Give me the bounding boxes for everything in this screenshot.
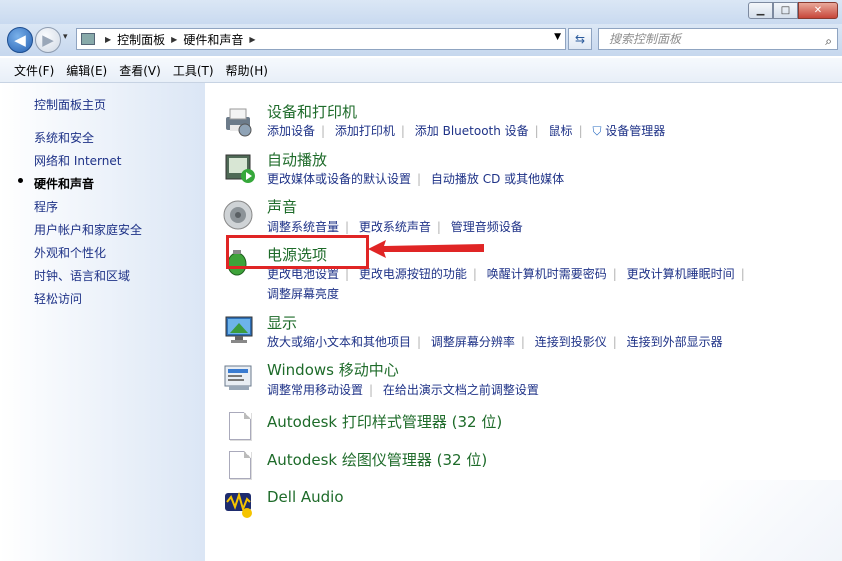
sidebar-item-user-accounts[interactable]: 用户帐户和家庭安全: [34, 221, 142, 238]
maximize-button[interactable]: □: [773, 2, 798, 19]
link-change-battery-settings[interactable]: 更改电池设置: [267, 267, 339, 281]
printer-icon: [226, 108, 252, 137]
category-title[interactable]: 显示: [267, 314, 297, 332]
link-require-password-on-wake[interactable]: 唤醒计算机时需要密码: [487, 267, 607, 281]
refresh-button[interactable]: ⇆: [568, 28, 592, 50]
link-autoplay-cd[interactable]: 自动播放 CD 或其他媒体: [431, 172, 564, 186]
menu-file[interactable]: 文件(F): [14, 62, 54, 79]
menu-edit[interactable]: 编辑(E): [66, 62, 107, 79]
category-mobility-center[interactable]: Windows 移动中心: [267, 359, 399, 380]
category-links: 调整系统音量 | 更改系统声音 | 管理音频设备: [267, 220, 523, 234]
category-links: 放大或缩小文本和其他项目 | 调整屏幕分辨率 | 连接到投影仪 | 连接到外部显示器: [267, 335, 723, 349]
category-display[interactable]: 显示: [267, 312, 297, 333]
category-devices-printers[interactable]: 设备和打印机: [267, 101, 357, 122]
mobility-center-icon: [224, 365, 252, 390]
shield-icon: ⛉: [592, 124, 602, 138]
forward-arrow-icon: ▶: [42, 31, 54, 49]
link-device-manager[interactable]: 设备管理器: [605, 124, 665, 138]
link-connect-projector[interactable]: 连接到投影仪: [535, 335, 607, 349]
category-title[interactable]: Autodesk 绘图仪管理器 (32 位): [267, 451, 487, 469]
menu-tools[interactable]: 工具(T): [173, 62, 214, 79]
recent-pages-dropdown[interactable]: ▾: [63, 32, 68, 42]
dell-audio-icon: [225, 491, 252, 518]
sidebar-item-system-security[interactable]: 系统和安全: [34, 129, 94, 146]
category-title[interactable]: 设备和打印机: [267, 103, 357, 121]
link-manage-audio-devices[interactable]: 管理音频设备: [451, 220, 523, 234]
close-icon: ✕: [813, 5, 823, 16]
category-autodesk-plotter-manager[interactable]: Autodesk 绘图仪管理器 (32 位): [267, 449, 487, 470]
document-icon: [229, 412, 251, 440]
maximize-icon: □: [780, 5, 791, 16]
category-title[interactable]: Dell Audio: [267, 488, 344, 506]
watermark-overlay: [700, 480, 842, 561]
breadcrumb-separator-icon[interactable]: ▶: [249, 35, 255, 44]
link-mouse[interactable]: 鼠标: [549, 124, 573, 138]
link-adjust-screen-brightness[interactable]: 调整屏幕亮度: [267, 287, 339, 301]
address-dropdown-icon[interactable]: ▼: [554, 32, 561, 42]
sidebar-item-network[interactable]: 网络和 Internet: [34, 152, 121, 169]
search-placeholder: 搜索控制面板: [609, 32, 682, 46]
link-make-text-larger-smaller[interactable]: 放大或缩小文本和其他项目: [267, 335, 411, 349]
category-dell-audio[interactable]: Dell Audio: [267, 487, 344, 506]
menu-help[interactable]: 帮助(H): [226, 62, 268, 79]
speaker-icon: [223, 200, 253, 230]
current-item-bullet-icon: [18, 178, 23, 183]
category-title[interactable]: 声音: [267, 198, 297, 216]
control-panel-icon: [81, 33, 95, 45]
link-adjust-volume[interactable]: 调整系统音量: [267, 220, 339, 234]
sidebar-item-ease-of-access[interactable]: 轻松访问: [34, 290, 82, 307]
sidebar-home-link[interactable]: 控制面板主页: [34, 96, 106, 113]
category-title[interactable]: Windows 移动中心: [267, 361, 399, 379]
category-autoplay[interactable]: 自动播放: [267, 149, 327, 170]
category-sound[interactable]: 声音: [267, 196, 297, 217]
link-power-button-function[interactable]: 更改电源按钮的功能: [359, 267, 467, 281]
breadcrumb-hardware-sound[interactable]: 硬件和声音: [183, 31, 243, 48]
menu-bar: 文件(F) 编辑(E) 查看(V) 工具(T) 帮助(H): [0, 58, 842, 83]
address-bar[interactable]: ▶ 控制面板 ▶ 硬件和声音 ▶ ▼: [76, 28, 566, 50]
sidebar-item-appearance[interactable]: 外观和个性化: [34, 244, 106, 261]
search-input[interactable]: 搜索控制面板 ⌕: [598, 28, 838, 50]
display-icon: [225, 316, 253, 343]
link-change-media-defaults[interactable]: 更改媒体或设备的默认设置: [267, 172, 411, 186]
sidebar-item-clock-language[interactable]: 时钟、语言和区域: [34, 267, 130, 284]
link-adjust-resolution[interactable]: 调整屏幕分辨率: [431, 335, 515, 349]
link-adjust-mobility-settings[interactable]: 调整常用移动设置: [267, 383, 363, 397]
category-links: 调整屏幕亮度: [267, 285, 339, 302]
title-bar: ▁ □ ✕: [0, 0, 842, 24]
forward-button[interactable]: ▶: [35, 27, 61, 53]
search-icon[interactable]: ⌕: [825, 31, 832, 51]
close-button[interactable]: ✕: [798, 2, 838, 19]
window-controls: ▁ □ ✕: [748, 2, 838, 19]
refresh-icon: ⇆: [574, 32, 586, 46]
category-title[interactable]: 自动播放: [267, 151, 327, 169]
link-add-bluetooth-device[interactable]: 添加 Bluetooth 设备: [415, 124, 529, 138]
menu-view[interactable]: 查看(V): [119, 62, 161, 79]
breadcrumb-separator-icon[interactable]: ▶: [105, 35, 111, 44]
annotation-arrow-icon: [368, 240, 484, 258]
link-add-printer[interactable]: 添加打印机: [335, 124, 395, 138]
link-change-system-sounds[interactable]: 更改系统声音: [359, 220, 431, 234]
category-title[interactable]: Autodesk 打印样式管理器 (32 位): [267, 413, 502, 431]
document-icon: [229, 451, 251, 479]
link-connect-external-display[interactable]: 连接到外部显示器: [627, 335, 723, 349]
sidebar-item-programs[interactable]: 程序: [34, 198, 58, 215]
link-adjust-before-presentation[interactable]: 在给出演示文档之前调整设置: [383, 383, 539, 397]
breadcrumb-control-panel[interactable]: 控制面板: [117, 31, 165, 48]
category-autodesk-print-style-manager[interactable]: Autodesk 打印样式管理器 (32 位): [267, 411, 502, 432]
back-button[interactable]: ◀: [7, 27, 33, 53]
annotation-highlight-box: [226, 235, 369, 269]
autoplay-icon: [225, 154, 255, 183]
minimize-button[interactable]: ▁: [748, 2, 773, 19]
link-add-device[interactable]: 添加设备: [267, 124, 315, 138]
minimize-icon: ▁: [756, 5, 765, 16]
category-links: 更改媒体或设备的默认设置 | 自动播放 CD 或其他媒体: [267, 172, 565, 186]
back-arrow-icon: ◀: [14, 31, 26, 49]
sidebar-item-hardware-sound: 硬件和声音: [34, 177, 95, 191]
link-change-sleep-time[interactable]: 更改计算机睡眠时间: [627, 267, 735, 281]
category-links: 添加设备 | 添加打印机 | 添加 Bluetooth 设备 | 鼠标 | ⛉ 设备管理…: [267, 124, 666, 138]
breadcrumb-separator-icon[interactable]: ▶: [171, 35, 177, 44]
category-links: 调整常用移动设置 | 在给出演示文档之前调整设置: [267, 383, 539, 397]
